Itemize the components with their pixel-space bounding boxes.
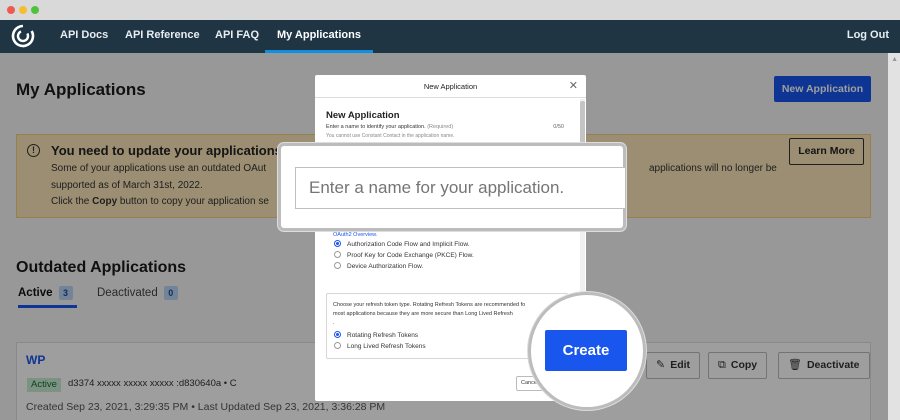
nav-api-faq[interactable]: API FAQ bbox=[215, 20, 259, 53]
top-nav: API Docs API Reference API FAQ My Applic… bbox=[0, 20, 900, 53]
modal-header: New Application ✕ bbox=[315, 75, 586, 98]
window-titlebar bbox=[0, 0, 900, 20]
radio-selected[interactable] bbox=[334, 240, 341, 247]
radio-selected[interactable] bbox=[334, 331, 341, 338]
refresh-text-1: Choose your refresh token type. Rotating… bbox=[333, 302, 526, 308]
token-option-long-lived[interactable]: Long Lived Refresh Tokens bbox=[334, 342, 426, 350]
modal-name-prompt: Enter a name to identify your applicatio… bbox=[326, 124, 454, 130]
modal-heading: New Application bbox=[326, 110, 400, 121]
minimize-window-button[interactable] bbox=[19, 6, 27, 14]
refresh-text-3: . bbox=[333, 320, 335, 326]
maximize-window-button[interactable] bbox=[31, 6, 39, 14]
zoom-callout-name-input bbox=[278, 143, 626, 231]
oauth2-overview-link[interactable]: OAuth2 Overview. bbox=[333, 232, 377, 238]
name-char-count: 0/50 bbox=[553, 124, 564, 130]
flow-option-device[interactable]: Device Authorization Flow. bbox=[334, 262, 423, 270]
refresh-text-2: most applications because they are more … bbox=[333, 311, 513, 317]
create-button[interactable]: Create bbox=[545, 330, 627, 371]
logout-link[interactable]: Log Out bbox=[847, 20, 889, 53]
flow-option-auth-code[interactable]: Authorization Code Flow and Implicit Flo… bbox=[334, 240, 469, 248]
radio-unselected[interactable] bbox=[334, 342, 341, 349]
radio-unselected[interactable] bbox=[334, 251, 341, 258]
nav-api-docs[interactable]: API Docs bbox=[60, 20, 108, 53]
application-name-input[interactable] bbox=[295, 167, 625, 209]
modal-name-note: You cannot use Constant Contact in the a… bbox=[326, 133, 455, 139]
radio-unselected[interactable] bbox=[334, 262, 341, 269]
nav-my-applications[interactable]: My Applications bbox=[265, 20, 373, 53]
close-window-button[interactable] bbox=[7, 6, 15, 14]
page-scrollbar[interactable] bbox=[888, 53, 900, 420]
token-option-rotating[interactable]: Rotating Refresh Tokens bbox=[334, 331, 418, 339]
constant-contact-logo-icon[interactable] bbox=[10, 23, 36, 49]
nav-api-reference[interactable]: API Reference bbox=[125, 20, 200, 53]
close-icon[interactable]: ✕ bbox=[569, 79, 578, 92]
modal-title: New Application bbox=[423, 82, 478, 91]
flow-option-pkce[interactable]: Proof Key for Code Exchange (PKCE) Flow. bbox=[334, 251, 474, 259]
scroll-up-icon[interactable]: ▲ bbox=[891, 56, 898, 63]
